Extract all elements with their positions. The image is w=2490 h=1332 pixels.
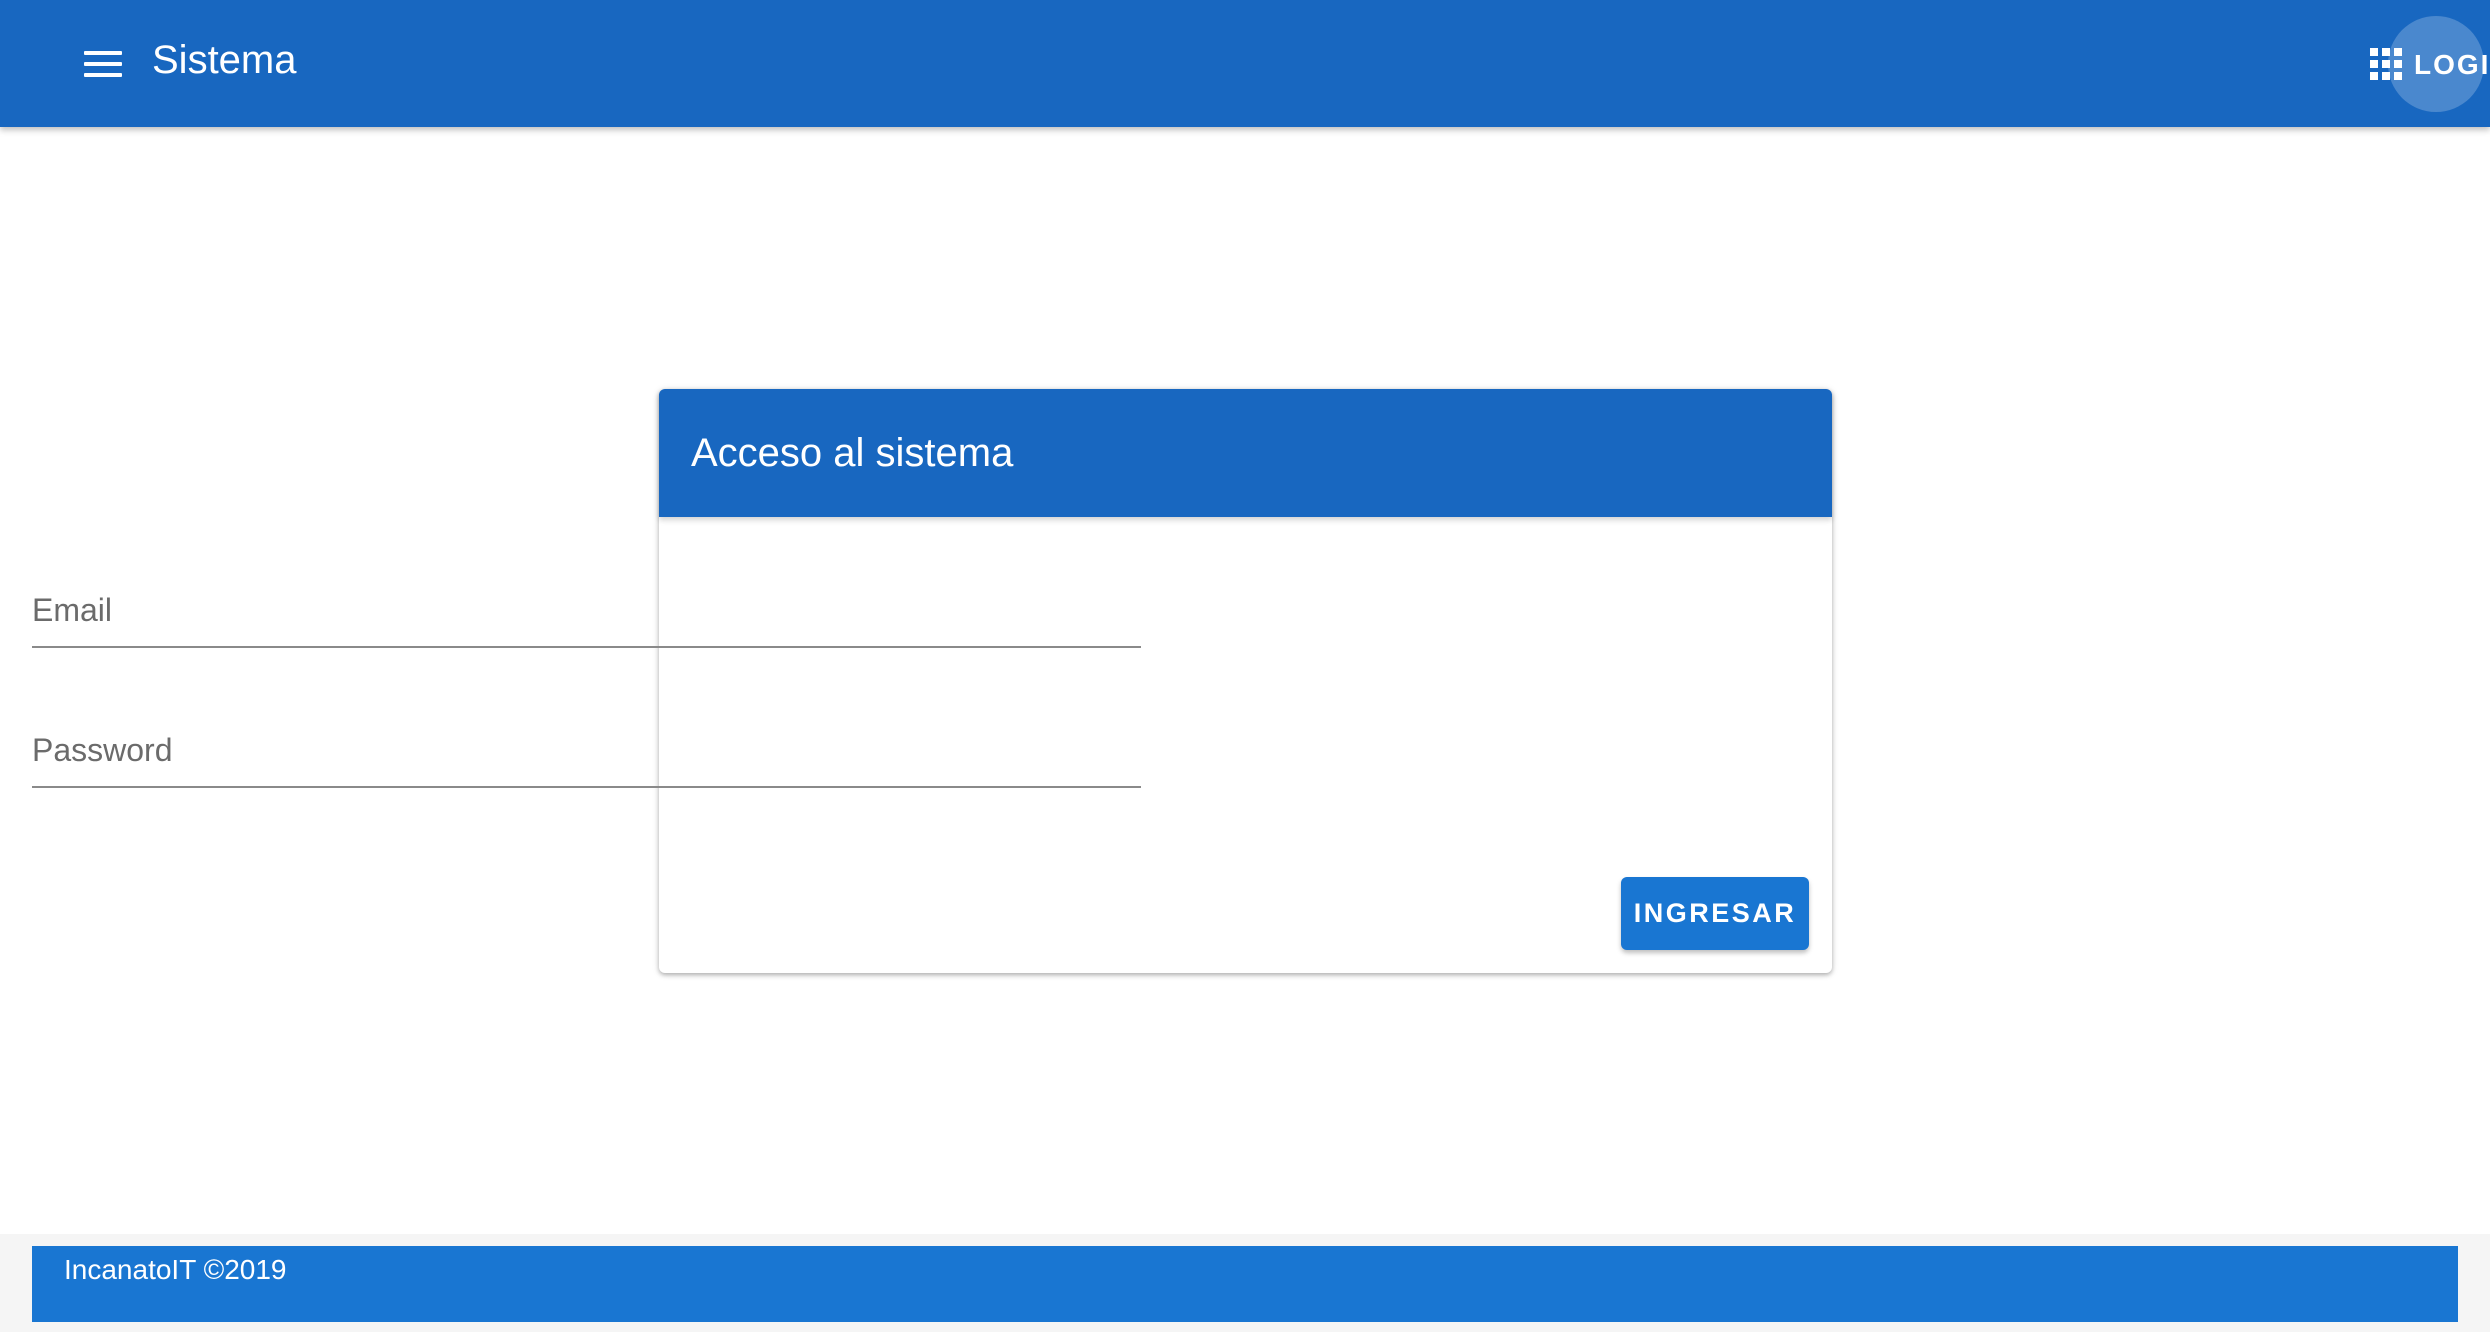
login-card-title: Acceso al sistema (691, 431, 1014, 475)
app-bar: Sistema LOGI (0, 0, 2490, 127)
ingresar-button[interactable]: INGRESAR (1621, 877, 1809, 950)
password-input[interactable] (32, 718, 1141, 786)
footer-copyright: IncanatoIT ©2019 (64, 1254, 287, 1285)
hamburger-menu-icon (84, 51, 122, 77)
password-field[interactable]: Password (32, 718, 1141, 788)
menu-button[interactable] (72, 36, 134, 92)
login-card-header: Acceso al sistema (659, 389, 1832, 517)
ingresar-button-label: INGRESAR (1633, 898, 1797, 928)
login-button[interactable]: LOGI (2360, 14, 2490, 114)
email-input[interactable] (32, 578, 1141, 646)
app-title: Sistema (152, 38, 297, 82)
email-field[interactable]: Email (32, 578, 1141, 648)
login-button-label: LOGI (2414, 49, 2490, 80)
apps-grid-icon (2370, 48, 2402, 80)
footer: IncanatoIT ©2019 (32, 1246, 2458, 1322)
